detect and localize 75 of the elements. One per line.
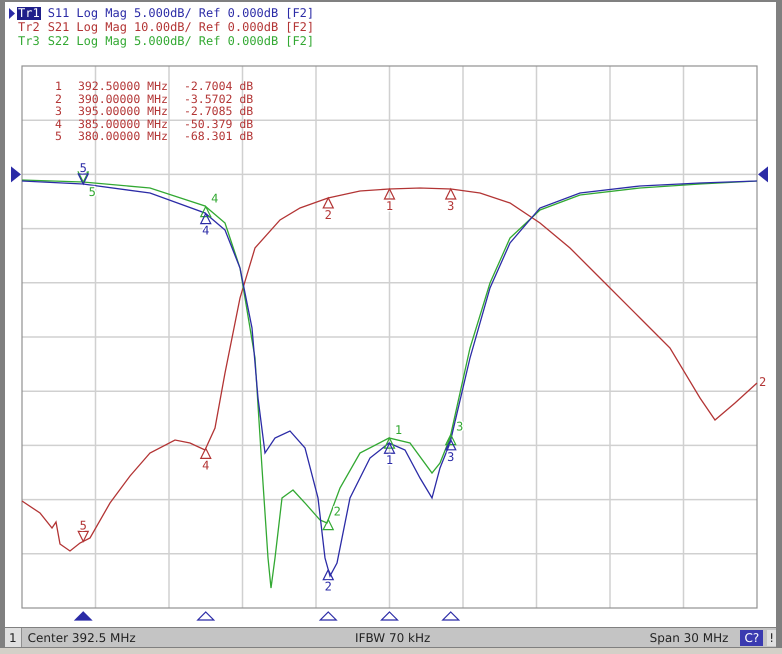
- marker-index: 2: [55, 92, 62, 105]
- frequency-span: Span 30 MHz: [650, 630, 728, 644]
- marker-label: 4: [202, 224, 210, 238]
- trace-format: Log Mag: [76, 20, 127, 34]
- if-bandwidth: IFBW 70 kHz: [355, 630, 430, 644]
- trace-scale: 5.000dB/: [134, 6, 192, 20]
- marker-triangle-icon[interactable]: [384, 436, 396, 449]
- trace-format: Log Mag: [76, 6, 127, 20]
- marker-triangle-icon[interactable]: [444, 188, 457, 200]
- marker-value: -2.7085 dB: [184, 105, 254, 118]
- marker-frequency: 385.00000 MHz: [78, 118, 168, 130]
- alert-indicator: !: [767, 630, 776, 646]
- trace-scale: 10.00dB/: [134, 20, 192, 34]
- center-frequency: Center 392.5 MHz: [28, 630, 136, 644]
- trace-name[interactable]: Tr2: [17, 20, 41, 34]
- marker-label: 2: [324, 208, 332, 222]
- marker-triangle-icon[interactable]: [200, 447, 212, 459]
- trace-reference: Ref 0.000dB: [198, 20, 278, 34]
- marker-triangle-icon[interactable]: [200, 212, 212, 224]
- marker-index: 5: [55, 130, 62, 142]
- marker-label: 3: [447, 199, 454, 213]
- marker-triangle-icon[interactable]: [384, 442, 396, 454]
- marker-triangle-icon[interactable]: [444, 438, 457, 450]
- axis-marker-icon[interactable]: [441, 611, 460, 621]
- marker-triangle-icon[interactable]: [322, 568, 334, 580]
- marker-frequency: 380.00000 MHz: [78, 130, 168, 142]
- axis-marker-icon[interactable]: [74, 611, 93, 621]
- marker-triangle-icon[interactable]: [77, 530, 90, 543]
- marker-triangle-icon[interactable]: [322, 518, 334, 530]
- trace-tag: [F2]: [285, 34, 314, 48]
- reference-pointer-icon[interactable]: [11, 166, 21, 182]
- marker-frequency: 392.50000 MHz: [78, 80, 168, 92]
- marker-value: -3.5702 dB: [184, 92, 254, 105]
- marker-index: 1: [55, 80, 62, 92]
- trace-scale: 5.000dB/: [134, 34, 192, 48]
- marker-label: 1: [394, 423, 402, 438]
- axis-marker-icon[interactable]: [380, 611, 399, 621]
- marker-frequency: 390.00000 MHz: [78, 92, 168, 105]
- trace-parameter: S21: [48, 20, 70, 34]
- trace-parameter: S22: [48, 34, 70, 48]
- marker-label: 1: [386, 198, 394, 213]
- trace-name[interactable]: Tr1: [17, 6, 41, 20]
- marker-index: 4: [55, 118, 62, 130]
- marker-value: -68.301 dB: [184, 130, 254, 142]
- axis-marker-icon[interactable]: [196, 611, 216, 621]
- pointer-icon: [9, 8, 15, 18]
- marker-value: -2.7004 dB: [184, 80, 254, 92]
- marker-label: 2: [334, 504, 341, 519]
- marker-frequency: 395.00000 MHz: [78, 105, 168, 118]
- marker-label: 3: [447, 450, 454, 464]
- marker-index: 3: [55, 105, 62, 118]
- marker-label: 2: [324, 580, 332, 594]
- marker-label: 4: [211, 192, 218, 206]
- marker-label: 5: [80, 161, 87, 176]
- marker-triangle-icon[interactable]: [322, 196, 334, 209]
- marker-label: 1: [386, 453, 394, 468]
- marker-label: 5: [88, 185, 96, 200]
- marker-triangle-icon[interactable]: [200, 205, 212, 218]
- channel-number[interactable]: 1: [5, 628, 22, 647]
- trace-reference: Ref 0.000dB: [198, 34, 278, 48]
- axis-marker-icon[interactable]: [318, 611, 338, 621]
- marker-triangle-icon[interactable]: [384, 188, 396, 200]
- calibration-badge[interactable]: C?: [740, 630, 764, 646]
- marker-label: 3: [456, 420, 464, 434]
- trace-reference: Ref 0.000dB: [198, 6, 278, 20]
- trace-parameter: S11: [48, 6, 70, 20]
- marker-label: 4: [202, 458, 210, 472]
- trace-tag: [F2]: [285, 6, 314, 20]
- marker-triangle-icon[interactable]: [444, 433, 457, 446]
- marker-value: -50.379 dB: [184, 118, 254, 130]
- trace-format: Log Mag: [76, 34, 127, 48]
- trace-end-label: 2: [759, 375, 766, 389]
- reference-pointer-icon[interactable]: [758, 166, 768, 182]
- trace-tag: [F2]: [285, 20, 314, 34]
- marker-label: 5: [80, 518, 87, 532]
